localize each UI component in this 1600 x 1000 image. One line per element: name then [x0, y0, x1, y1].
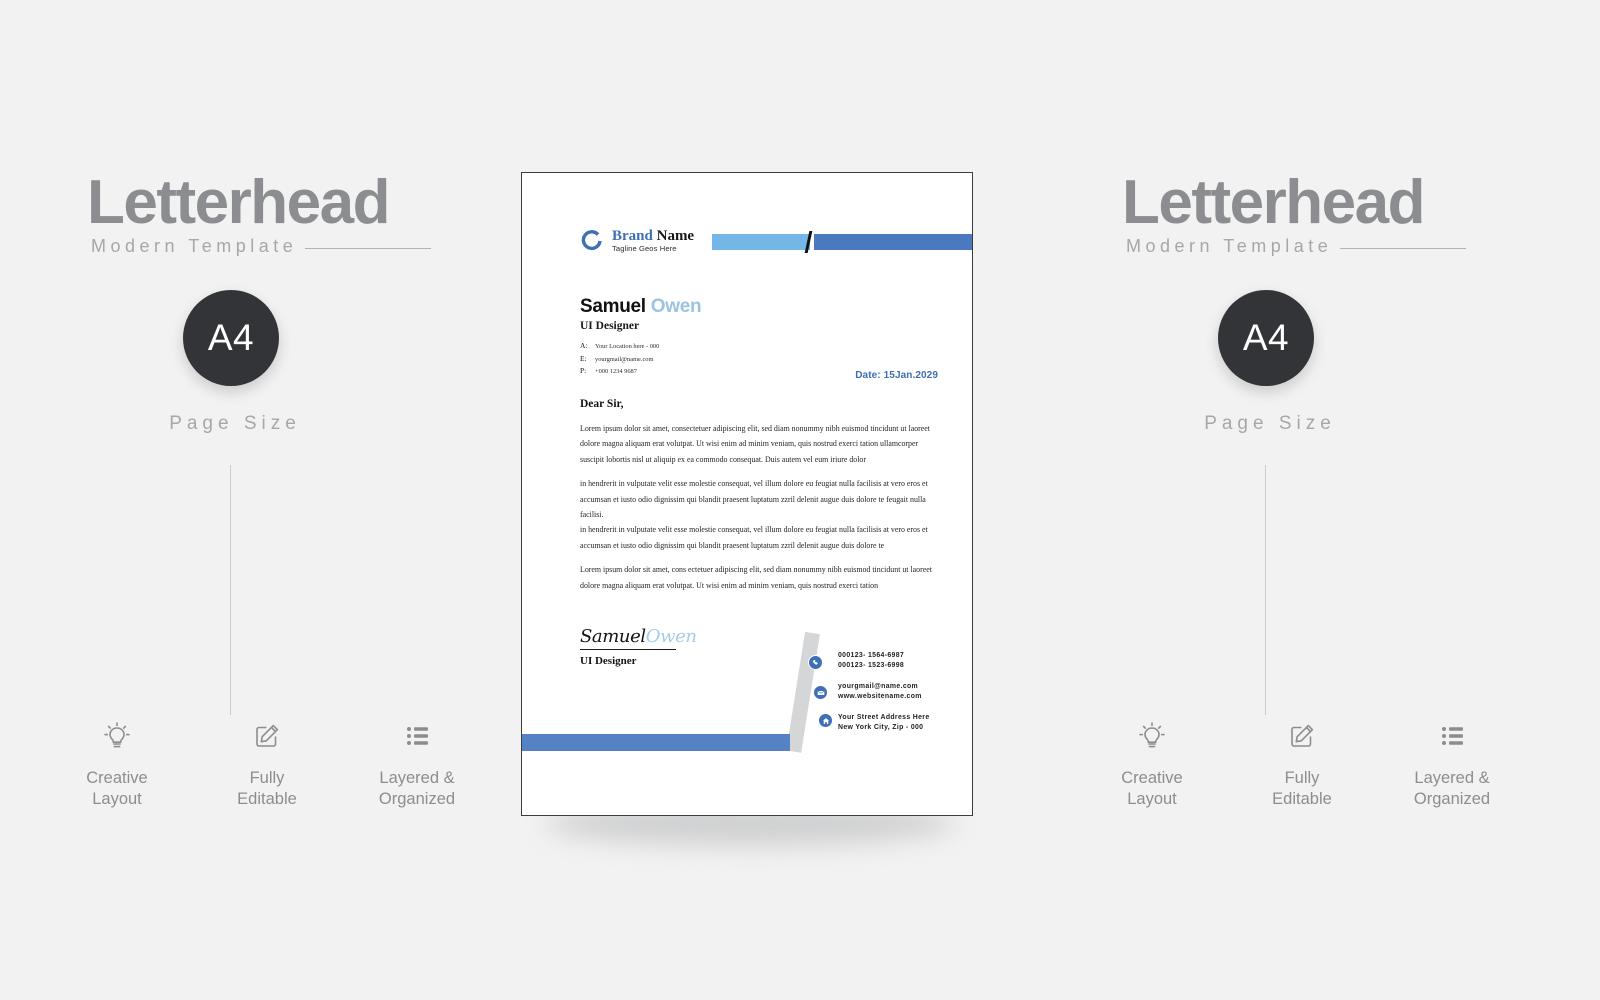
header-bar-dark: [814, 234, 972, 250]
feature-label: Layered & Organized: [1413, 769, 1491, 808]
feature-label: Fully Editable: [237, 769, 297, 808]
contact-line: P: +000 1234 9687: [580, 366, 659, 375]
footer-web-group: yourgmail@name.com www.websitename.com: [838, 682, 958, 702]
letter-body: Lorem ipsum dolor sit amet, consectetuer…: [580, 421, 942, 602]
page-size-caption: Page Size: [1204, 413, 1336, 434]
contact-value: Your Location here - 000: [595, 343, 660, 350]
page-size-badge: A4: [1218, 290, 1314, 386]
signature-first-name: Samuel: [580, 626, 646, 647]
contact-key: P:: [580, 366, 587, 375]
body-paragraph: in hendrerit in vulputate velit esse mol…: [580, 525, 928, 550]
feature-item: Creative Layout: [1092, 712, 1212, 809]
home-icon: [818, 713, 833, 728]
signature-script: SamuelOwen: [580, 628, 697, 646]
signature-block: SamuelOwen UI Designer: [580, 628, 697, 667]
subtitle-rule: [1340, 247, 1466, 249]
edit-pencil-icon: [1242, 712, 1362, 760]
feature-item: Layered & Organized: [1392, 712, 1512, 809]
feature-item: Creative Layout: [57, 712, 177, 809]
feature-label: Creative Layout: [86, 769, 148, 808]
promo-panel-right: Letterhead Modern Template A4 Page Size …: [1070, 0, 1540, 1000]
contact-line: E: yourgmail@name.com: [580, 354, 659, 363]
body-paragraph: in hendrerit in vulputate velit esse mol…: [580, 479, 928, 520]
page-size-badge: A4: [183, 290, 279, 386]
brand-name: Brand Name: [612, 228, 695, 245]
feature-item: Layered & Organized: [357, 712, 477, 809]
brand-text-block: Brand Name Tagline Geos Here: [612, 228, 695, 253]
footer-phone-2: 000123- 1523-6998: [838, 662, 905, 669]
footer-bottom-bar: [522, 734, 790, 751]
feature-item: Fully Editable: [207, 712, 327, 809]
subtitle-rule: [305, 247, 431, 249]
vertical-divider: [230, 465, 231, 715]
body-paragraph: Lorem ipsum dolor sit amet, consectetuer…: [580, 424, 930, 464]
document-date: Date: 15Jan.2029: [855, 370, 938, 381]
circle-c-logo-icon: [580, 229, 604, 253]
feature-list-left: Creative Layout Fully Editable Layered &…: [57, 712, 477, 809]
signature-role: UI Designer: [580, 655, 637, 668]
feature-label: Creative Layout: [1121, 769, 1183, 808]
footer-phone-group: 000123- 1564-6987 000123- 1523-6998: [838, 651, 958, 671]
brand-name-primary: Brand: [612, 228, 653, 245]
salutation: Dear Sir,: [580, 398, 624, 410]
brand-name-secondary: Name: [656, 228, 695, 245]
letterhead-page: Brand Name Tagline Geos Here Samuel Owen…: [521, 172, 973, 816]
footer-contact-column: 000123- 1564-6987 000123- 1523-6998 your…: [838, 651, 958, 744]
poster-canvas: Letterhead Modern Template A4 Page Size …: [0, 0, 1600, 1000]
brand-logo-block: Brand Name Tagline Geos Here: [580, 228, 695, 253]
contact-line: A: Your Location here - 000: [580, 341, 659, 350]
footer-phone-1: 000123- 1564-6987: [838, 652, 905, 659]
recipient-name: Samuel Owen: [580, 296, 702, 318]
signature-rule: [580, 649, 676, 651]
feature-item: Fully Editable: [1242, 712, 1362, 809]
contact-value: +000 1234 9687: [595, 368, 637, 375]
footer-address-group: Your Street Address Here New York City, …: [838, 713, 958, 733]
footer-website: www.websitename.com: [838, 693, 922, 700]
footer-email: yourgmail@name.com: [838, 683, 919, 690]
feature-list-right: Creative Layout Fully Editable Layered &…: [1092, 712, 1512, 809]
feature-label: Fully Editable: [1272, 769, 1332, 808]
footer-address-2: New York City, Zip - 000: [838, 724, 924, 731]
promo-subtitle-row: Modern Template: [91, 236, 431, 257]
contact-value: yourgmail@name.com: [595, 355, 654, 363]
body-paragraph: Lorem ipsum dolor sit amet, cons ectetue…: [580, 565, 932, 590]
phone-icon: [808, 655, 823, 670]
header-bar-light: [712, 234, 810, 250]
promo-panel-left: Letterhead Modern Template A4 Page Size …: [35, 0, 505, 1000]
page-size-badge-value: A4: [207, 317, 255, 358]
lightbulb-icon: [57, 712, 177, 760]
promo-title: Letterhead: [87, 168, 390, 237]
mail-icon: [813, 685, 828, 700]
contact-key: A:: [580, 341, 588, 350]
lightbulb-icon: [1092, 712, 1212, 760]
list-layers-icon: [1392, 712, 1512, 760]
recipient-last-name: Owen: [650, 296, 702, 317]
promo-subtitle: Modern Template: [1126, 236, 1333, 256]
promo-subtitle-row: Modern Template: [1126, 236, 1466, 257]
vertical-divider: [1265, 465, 1266, 715]
promo-subtitle: Modern Template: [91, 236, 298, 256]
page-size-caption: Page Size: [169, 413, 301, 434]
brand-tagline: Tagline Geos Here: [612, 243, 677, 253]
recipient-first-name: Samuel: [580, 296, 646, 317]
feature-label: Layered & Organized: [378, 769, 456, 808]
contact-key: E:: [580, 353, 587, 363]
recipient-role: UI Designer: [580, 320, 640, 332]
recipient-contact-list: A: Your Location here - 000 E: yourgmail…: [580, 341, 659, 379]
signature-last-name: Owen: [645, 626, 697, 647]
list-layers-icon: [357, 712, 477, 760]
edit-pencil-icon: [207, 712, 327, 760]
footer-address-1: Your Street Address Here: [838, 714, 930, 721]
page-size-badge-value: A4: [1242, 317, 1290, 358]
promo-title: Letterhead: [1122, 168, 1425, 237]
